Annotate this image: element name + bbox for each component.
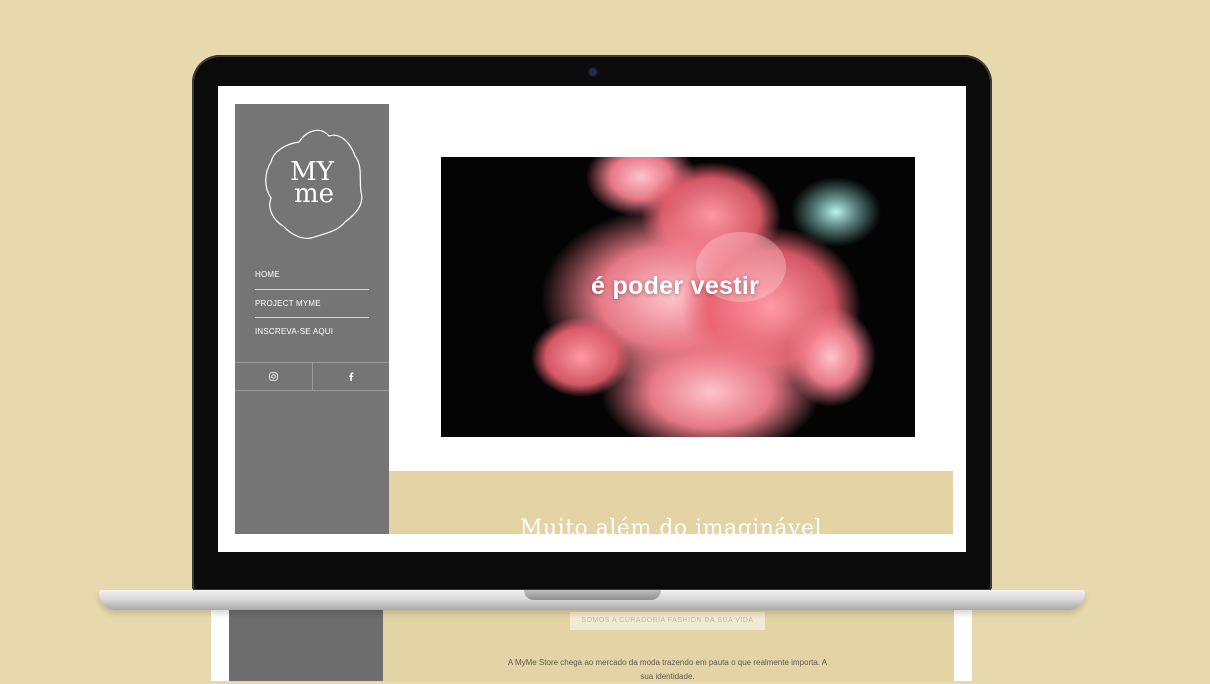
logo-text-me: me: [294, 179, 334, 209]
laptop-notch: [524, 590, 661, 600]
screen-bottom-strip: [218, 534, 966, 552]
social-links: [235, 362, 389, 391]
sidebar: MY me HOME PROJECT MYME INSCREVA-SE AQUI: [235, 104, 389, 534]
nav-inscreva-se[interactable]: INSCREVA-SE AQUI: [255, 317, 369, 346]
instagram-link[interactable]: [235, 363, 313, 390]
sidebar-continuation: [229, 600, 383, 681]
section-body-text: A MyMe Store chega ao mercado da moda tr…: [507, 658, 828, 681]
laptop-screen: MY me HOME PROJECT MYME INSCREVA-SE AQUI: [218, 86, 966, 552]
nav-project-myme[interactable]: PROJECT MYME: [255, 289, 369, 318]
about-section: Muito além do imaginável: [389, 471, 953, 541]
myme-logo[interactable]: MY me: [259, 122, 365, 242]
facebook-icon: [348, 372, 353, 381]
nav-home[interactable]: HOME: [255, 261, 369, 289]
webcam: [589, 68, 597, 76]
facebook-link[interactable]: [312, 363, 389, 390]
instagram-icon: [269, 372, 278, 381]
hero-caption: é poder vestir: [591, 272, 760, 300]
hero-video[interactable]: é poder vestir: [441, 157, 915, 437]
section-tagline: SOMOS A CURADORIA FASHION DA SUA VIDA: [570, 612, 765, 630]
